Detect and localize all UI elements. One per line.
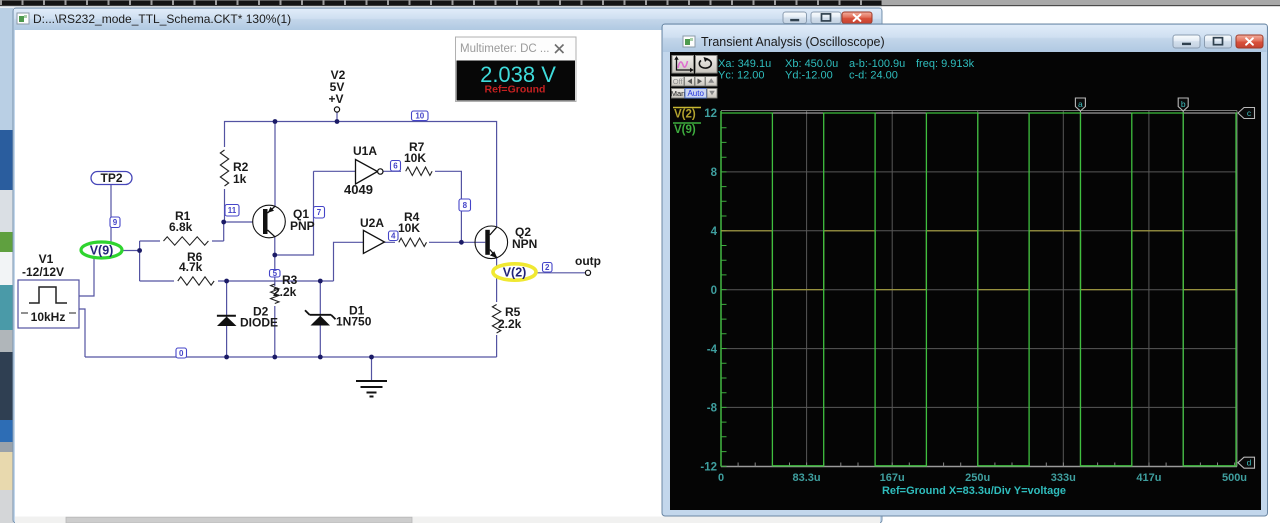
svg-text:4.7k: 4.7k	[179, 260, 203, 274]
svg-text:Transient Analysis (Oscillosco: Transient Analysis (Oscilloscope)	[701, 35, 885, 49]
svg-text:500u: 500u	[1222, 472, 1247, 484]
svg-text:167u: 167u	[880, 472, 905, 484]
svg-text:Multimeter: DC ...: Multimeter: DC ...	[460, 43, 549, 55]
svg-text:7: 7	[317, 208, 322, 217]
svg-text:D:...\RS232_mode_TTL_Schema.CK: D:...\RS232_mode_TTL_Schema.CKT* 130%(1)	[33, 12, 291, 26]
svg-text:Yc: 12.00: Yc: 12.00	[718, 69, 764, 81]
svg-text:2.2k: 2.2k	[273, 285, 297, 299]
svg-text:d: d	[1247, 458, 1252, 468]
svg-text:8: 8	[711, 167, 718, 179]
svg-text:Xa: 349.1u: Xa: 349.1u	[718, 58, 771, 70]
svg-text:0: 0	[179, 349, 184, 358]
svg-text:12: 12	[704, 108, 717, 120]
svg-text:-12: -12	[700, 462, 717, 474]
svg-text:DIODE: DIODE	[240, 316, 278, 330]
svg-text:1N750: 1N750	[336, 315, 372, 329]
svg-text:333u: 333u	[1051, 472, 1076, 484]
svg-text:417u: 417u	[1136, 472, 1161, 484]
svg-text:10: 10	[415, 112, 424, 121]
svg-text:V1: V1	[39, 252, 54, 266]
svg-text:250u: 250u	[965, 472, 990, 484]
svg-text:10K: 10K	[404, 151, 426, 165]
svg-text:1k: 1k	[233, 172, 247, 186]
svg-text:0: 0	[711, 285, 717, 297]
svg-text:4: 4	[711, 226, 718, 238]
svg-text:NPN: NPN	[512, 237, 537, 251]
svg-text:4049: 4049	[344, 182, 373, 197]
svg-text:5: 5	[273, 269, 278, 278]
svg-text:83.3u: 83.3u	[793, 472, 821, 484]
svg-text:outp: outp	[575, 254, 601, 268]
svg-text:TP2: TP2	[100, 171, 122, 185]
svg-text:6.8k: 6.8k	[169, 220, 193, 234]
svg-text:+V: +V	[328, 92, 343, 106]
svg-text:U1A: U1A	[353, 144, 377, 158]
svg-text:4: 4	[391, 232, 396, 241]
svg-text:V(9): V(9)	[90, 244, 114, 258]
svg-text:9: 9	[113, 218, 118, 227]
svg-text:Xb: 450.0u: Xb: 450.0u	[785, 58, 838, 70]
svg-text:a: a	[1078, 99, 1083, 109]
svg-text:-12/12V: -12/12V	[22, 265, 64, 279]
svg-text:2.2k: 2.2k	[498, 317, 522, 331]
svg-text:b: b	[1181, 99, 1186, 109]
svg-text:-4: -4	[707, 344, 718, 356]
svg-text:6: 6	[393, 162, 398, 171]
svg-text:a-b:-100.9u: a-b:-100.9u	[849, 58, 905, 70]
svg-text:Yd:-12.00: Yd:-12.00	[785, 69, 833, 81]
svg-text:2: 2	[545, 263, 550, 272]
svg-text:Off: Off	[673, 77, 684, 86]
svg-text:10K: 10K	[398, 221, 420, 235]
svg-text:V(2): V(2)	[674, 109, 696, 121]
svg-text:V(2): V(2)	[503, 266, 527, 280]
svg-text:V(9): V(9)	[674, 124, 696, 136]
svg-text:Auto: Auto	[687, 89, 704, 98]
svg-text:freq: 9.913k: freq: 9.913k	[916, 58, 975, 70]
svg-text:0: 0	[718, 472, 724, 484]
svg-text:11: 11	[228, 206, 237, 215]
svg-text:c-d: 24.00: c-d: 24.00	[849, 69, 898, 81]
svg-text:-8: -8	[707, 403, 718, 415]
svg-text:PNP: PNP	[290, 219, 315, 233]
svg-text:8: 8	[463, 201, 468, 210]
svg-text:Ref=Ground: Ref=Ground	[485, 84, 546, 96]
svg-text:Ref=Ground X=83.3u/Div Y=volt: Ref=Ground X=83.3u/Div Y=voltage	[882, 485, 1066, 497]
svg-text:Man: Man	[671, 89, 686, 98]
svg-text:10kHz: 10kHz	[31, 310, 66, 324]
svg-text:U2A: U2A	[360, 216, 384, 230]
